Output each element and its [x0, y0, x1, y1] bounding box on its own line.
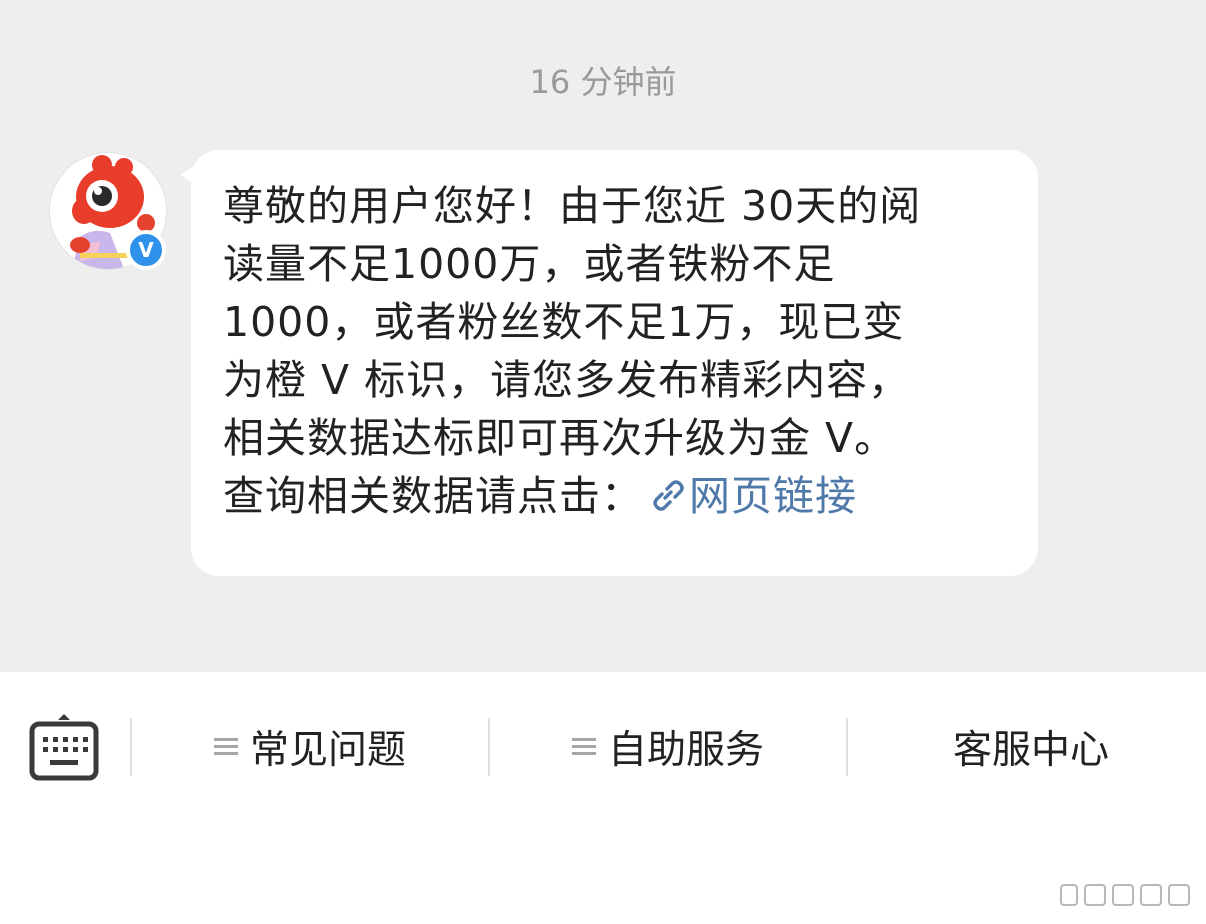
watermark-mark — [1140, 884, 1162, 906]
watermark-mark — [1084, 884, 1106, 906]
message-line: 1000，或者粉丝数不足1万，现已变 — [223, 298, 905, 346]
message-timestamp: 16 分钟前 — [529, 63, 677, 101]
customer-service-center-button[interactable]: 客服中心 — [856, 720, 1206, 774]
faq-menu-label: 常见问题 — [249, 728, 406, 773]
message-line-with-link: 查询相关数据请点击： 网页链接 — [223, 467, 1012, 529]
message-line: 为橙 V 标识，请您多发布精彩内容， — [223, 356, 911, 404]
keyboard-toggle-button[interactable] — [28, 710, 100, 784]
bottom-toolbar: 常见问题 自助服务 客服中心 — [0, 672, 1206, 924]
link-label: 网页链接 — [689, 472, 857, 520]
link-prefix-text: 查询相关数据请点击： — [223, 472, 643, 520]
toolbar-divider — [846, 718, 848, 776]
web-link[interactable]: 网页链接 — [643, 472, 857, 520]
faq-menu-button[interactable]: 常见问题 — [140, 720, 480, 774]
link-icon — [649, 471, 687, 529]
watermark-mark — [1168, 884, 1190, 906]
toolbar-divider — [130, 718, 132, 776]
message-line: 相关数据达标即可再次升级为金 V。 — [223, 414, 897, 462]
message-line: 读量不足1000万，或者铁粉不足 — [223, 240, 836, 288]
watermark-logo — [1060, 880, 1200, 910]
watermark-mark — [1112, 884, 1134, 906]
toolbar-divider — [488, 718, 490, 776]
message-bubble: 尊敬的用户您好！由于您近 30天的阅 读量不足1000万，或者铁粉不足 1000… — [191, 150, 1038, 576]
self-service-menu-button[interactable]: 自助服务 — [498, 720, 838, 774]
menu-lines-icon — [571, 738, 596, 756]
message-line: 尊敬的用户您好！由于您近 30天的阅 — [223, 182, 922, 230]
keyboard-icon — [29, 714, 99, 781]
chat-area: 16 分钟前 V 尊敬的用户您好！由于您近 30天的阅 读量不足1000万，或者… — [0, 0, 1206, 672]
watermark-mark — [1060, 884, 1078, 906]
self-service-menu-label: 自助服务 — [607, 728, 764, 773]
message-text: 尊敬的用户您好！由于您近 30天的阅 读量不足1000万，或者铁粉不足 1000… — [223, 177, 1012, 529]
customer-service-center-label: 客服中心 — [952, 728, 1109, 773]
verified-badge-icon: V — [126, 230, 166, 270]
menu-lines-icon — [213, 738, 238, 756]
